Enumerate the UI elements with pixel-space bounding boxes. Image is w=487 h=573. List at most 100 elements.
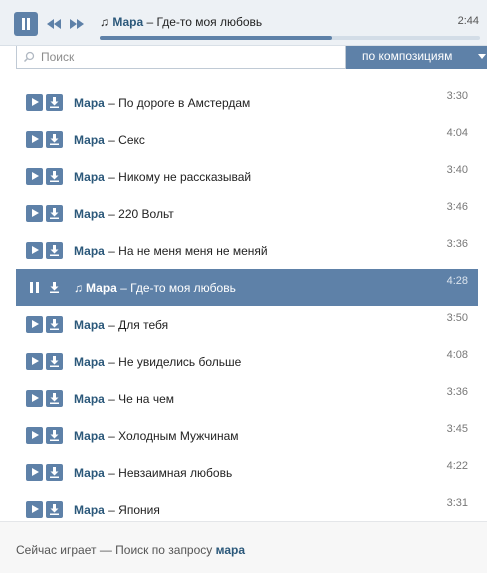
track-artist[interactable]: Мара bbox=[74, 429, 105, 443]
track-title: Мара – Для тебя bbox=[74, 318, 169, 332]
track-artist[interactable]: Мара bbox=[74, 133, 105, 147]
footer-status: Сейчас играет — Поиск по запросу мара bbox=[16, 543, 246, 557]
track-row[interactable]: Мара – По дороге в Амстердам 3:30 bbox=[16, 84, 478, 121]
track-song: Где-то моя любовь bbox=[130, 281, 236, 295]
track-title: Мара – Япония bbox=[74, 503, 160, 517]
track-row[interactable]: Мара – Не увиделись больше 4:08 bbox=[16, 343, 478, 380]
track-row[interactable]: Мара – 220 Вольт 3:46 bbox=[16, 195, 478, 232]
track-duration: 3:30 bbox=[446, 90, 468, 102]
track-download-button[interactable] bbox=[46, 168, 63, 185]
track-download-button[interactable] bbox=[46, 464, 63, 481]
track-row[interactable]: Мара – На не меня меня не меняй 3:36 bbox=[16, 232, 478, 269]
track-artist[interactable]: Мара bbox=[74, 392, 105, 406]
track-title: Мара – 220 Вольт bbox=[74, 207, 174, 221]
track-play-button[interactable] bbox=[26, 205, 43, 222]
track-list: Мара – По дороге в Амстердам 3:30 Мара – С… bbox=[16, 84, 478, 528]
now-playing-title: ♫ Мара – Где-то моя любовь bbox=[100, 15, 263, 29]
track-download-button[interactable] bbox=[46, 390, 63, 407]
download-icon bbox=[50, 356, 59, 367]
footer-query[interactable]: мара bbox=[216, 543, 245, 557]
track-artist[interactable]: Мара bbox=[74, 466, 105, 480]
track-title: Мара – Че на чем bbox=[74, 392, 174, 406]
search-mode-dropdown[interactable]: по композициям bbox=[346, 46, 487, 69]
track-download-button[interactable] bbox=[46, 279, 63, 296]
track-title: Мара – Невзаимная любовь bbox=[74, 466, 233, 480]
download-icon bbox=[50, 504, 59, 515]
download-icon bbox=[50, 430, 59, 441]
track-download-button[interactable] bbox=[46, 205, 63, 222]
track-duration: 4:28 bbox=[446, 275, 468, 287]
download-icon bbox=[50, 134, 59, 145]
track-row[interactable]: Мара – Холодным Мужчинам 3:45 bbox=[16, 417, 478, 454]
play-icon bbox=[32, 468, 39, 476]
track-row[interactable]: Мара – Че на чем 3:36 bbox=[16, 380, 478, 417]
track-duration: 4:04 bbox=[446, 127, 468, 139]
track-download-button[interactable] bbox=[46, 131, 63, 148]
track-play-button[interactable] bbox=[26, 464, 43, 481]
track-title: Мара – Холодным Мужчинам bbox=[74, 429, 239, 443]
track-play-button[interactable] bbox=[26, 94, 43, 111]
track-download-button[interactable] bbox=[46, 242, 63, 259]
track-play-button[interactable] bbox=[26, 390, 43, 407]
prev-button[interactable] bbox=[45, 16, 63, 32]
track-song: 220 Вольт bbox=[118, 207, 174, 221]
track-song: Секс bbox=[118, 133, 145, 147]
play-icon bbox=[32, 394, 39, 402]
play-icon bbox=[32, 246, 39, 254]
progress-fill bbox=[100, 36, 332, 40]
track-title: ♫ Мара – Где-то моя любовь bbox=[74, 281, 236, 295]
track-row[interactable]: Мара – Секс 4:04 bbox=[16, 121, 478, 158]
download-icon bbox=[50, 393, 59, 404]
track-artist[interactable]: Мара bbox=[74, 207, 105, 221]
track-artist[interactable]: Мара bbox=[74, 318, 105, 332]
track-download-button[interactable] bbox=[46, 427, 63, 444]
pause-icon bbox=[22, 18, 25, 30]
next-icon bbox=[70, 19, 84, 29]
search-input[interactable] bbox=[16, 46, 346, 69]
music-note-icon: ♫ bbox=[100, 15, 109, 29]
track-play-button[interactable] bbox=[26, 501, 43, 518]
track-play-button[interactable] bbox=[26, 242, 43, 259]
pause-button[interactable] bbox=[14, 12, 38, 36]
search-icon bbox=[23, 51, 35, 63]
play-icon bbox=[32, 98, 39, 106]
play-icon bbox=[32, 320, 39, 328]
track-row[interactable]: ♫ Мара – Где-то моя любовь 4:28 bbox=[16, 269, 478, 306]
track-title: Мара – Секс bbox=[74, 133, 145, 147]
track-play-button[interactable] bbox=[26, 316, 43, 333]
track-song: На не меня меня не меняй bbox=[118, 244, 268, 258]
track-artist[interactable]: Мара bbox=[74, 244, 105, 258]
track-download-button[interactable] bbox=[46, 501, 63, 518]
track-play-button[interactable] bbox=[26, 427, 43, 444]
track-artist[interactable]: Мара bbox=[74, 170, 105, 184]
track-row[interactable]: Мара – Для тебя 3:50 bbox=[16, 306, 478, 343]
track-play-button[interactable] bbox=[26, 131, 43, 148]
download-icon bbox=[50, 208, 59, 219]
track-artist[interactable]: Мара bbox=[74, 503, 105, 517]
download-icon bbox=[50, 245, 59, 256]
track-play-button[interactable] bbox=[26, 353, 43, 370]
track-artist[interactable]: Мара bbox=[74, 355, 105, 369]
track-row[interactable]: Мара – Никому не рассказывай 3:40 bbox=[16, 158, 478, 195]
track-download-button[interactable] bbox=[46, 316, 63, 333]
track-pause-button[interactable] bbox=[26, 279, 43, 296]
track-title: Мара – Не увиделись больше bbox=[74, 355, 242, 369]
track-play-button[interactable] bbox=[26, 168, 43, 185]
download-icon bbox=[50, 97, 59, 108]
track-row[interactable]: Мара – Невзаимная любовь 4:22 bbox=[16, 454, 478, 491]
play-icon bbox=[32, 135, 39, 143]
track-download-button[interactable] bbox=[46, 353, 63, 370]
search-row: по композициям bbox=[16, 46, 487, 70]
track-download-button[interactable] bbox=[46, 94, 63, 111]
track-song: Че на чем bbox=[118, 392, 174, 406]
track-artist[interactable]: Мара bbox=[86, 281, 117, 295]
progress-bar[interactable] bbox=[100, 36, 480, 40]
track-song: Не увиделись больше bbox=[118, 355, 242, 369]
track-artist[interactable]: Мара bbox=[74, 96, 105, 110]
play-icon bbox=[32, 357, 39, 365]
play-icon bbox=[32, 209, 39, 217]
now-playing-artist[interactable]: Мара bbox=[112, 15, 143, 29]
track-duration: 3:46 bbox=[446, 201, 468, 213]
download-icon bbox=[50, 171, 59, 182]
next-button[interactable] bbox=[68, 16, 86, 32]
